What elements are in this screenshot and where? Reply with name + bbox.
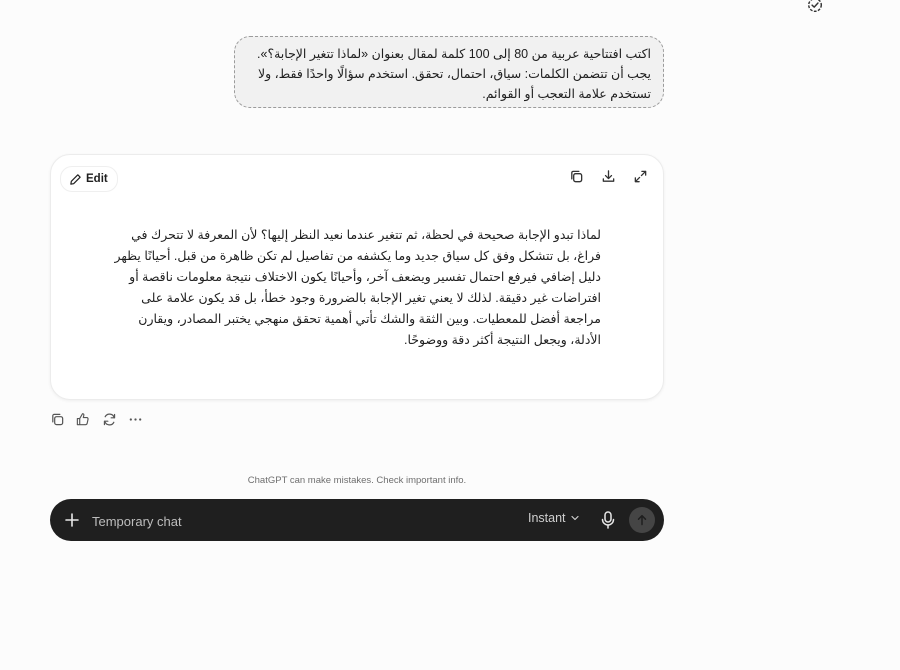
more-icon <box>129 417 142 421</box>
microphone-icon[interactable] <box>599 510 617 530</box>
content-line: افتراضات غير دقيقة. لذلك لا يعني تغير ال… <box>141 291 601 305</box>
user-message-line: اكتب افتتاحية عربية من 80 إلى 100 كلمة ل… <box>257 47 651 61</box>
temporary-chat-icon[interactable] <box>806 0 824 14</box>
more-options-button[interactable] <box>127 410 144 428</box>
send-button[interactable] <box>629 507 655 533</box>
copy-message-button[interactable] <box>49 410 66 428</box>
expand-icon <box>634 170 646 182</box>
download-button[interactable] <box>599 167 617 185</box>
copy-button[interactable] <box>567 167 585 185</box>
message-actions <box>49 410 144 428</box>
edit-label: Edit <box>86 173 108 185</box>
disclaimer-text: ChatGPT can make mistakes. Check importa… <box>247 475 467 486</box>
copy-icon <box>570 170 582 182</box>
user-message-line: تستخدم علامة التعجب أو القوائم. <box>482 87 651 101</box>
composer: Instant <box>50 499 664 541</box>
arrow-up-icon <box>637 514 647 526</box>
content-line: فراغ، بل تتشكل وفق كل سياق جديد وما يكشف… <box>114 249 601 263</box>
canvas-toolbar <box>567 167 649 185</box>
content-line: لماذا تبدو الإجابة صحيحة في لحظة، ثم تتغ… <box>131 228 601 242</box>
canvas-content[interactable]: لماذا تبدو الإجابة صحيحة في لحظة، ثم تتغ… <box>114 225 601 351</box>
content-line: دليل إضافي فيرفع احتمال تفسير ويضعف آخر،… <box>129 270 601 284</box>
model-selector[interactable]: Instant <box>528 511 580 525</box>
canvas-card: Edit لماذا تبدو الإجابة صحيحة في لحظة، ث… <box>50 154 664 400</box>
thumbs-icon <box>76 412 89 425</box>
feedback-button[interactable] <box>75 410 92 428</box>
plus-icon[interactable] <box>63 511 81 529</box>
chat-input[interactable] <box>90 510 514 532</box>
chat-page: اكتب افتتاحية عربية من 80 إلى 100 كلمة ل… <box>0 0 900 670</box>
expand-button[interactable] <box>631 167 649 185</box>
download-icon <box>602 169 614 182</box>
user-message-line: يجب أن تتضمن الكلمات: سياق، احتمال، تحقق… <box>257 67 651 81</box>
regenerate-button[interactable] <box>101 410 118 428</box>
chevron-down-icon <box>570 515 579 521</box>
content-line: مراجعة أفضل للمعطيات. وبين الثقة والشك ت… <box>138 312 601 326</box>
pencil-icon <box>70 173 81 185</box>
edit-button[interactable]: Edit <box>60 166 118 192</box>
model-label: Instant <box>528 511 566 525</box>
user-message-bubble: اكتب افتتاحية عربية من 80 إلى 100 كلمة ل… <box>234 36 664 108</box>
content-line: الأدلة، ويجعل النتيجة أكثر دقة ووضوحًا. <box>403 333 601 347</box>
copy-icon <box>52 413 64 425</box>
regenerate-icon <box>103 412 116 426</box>
